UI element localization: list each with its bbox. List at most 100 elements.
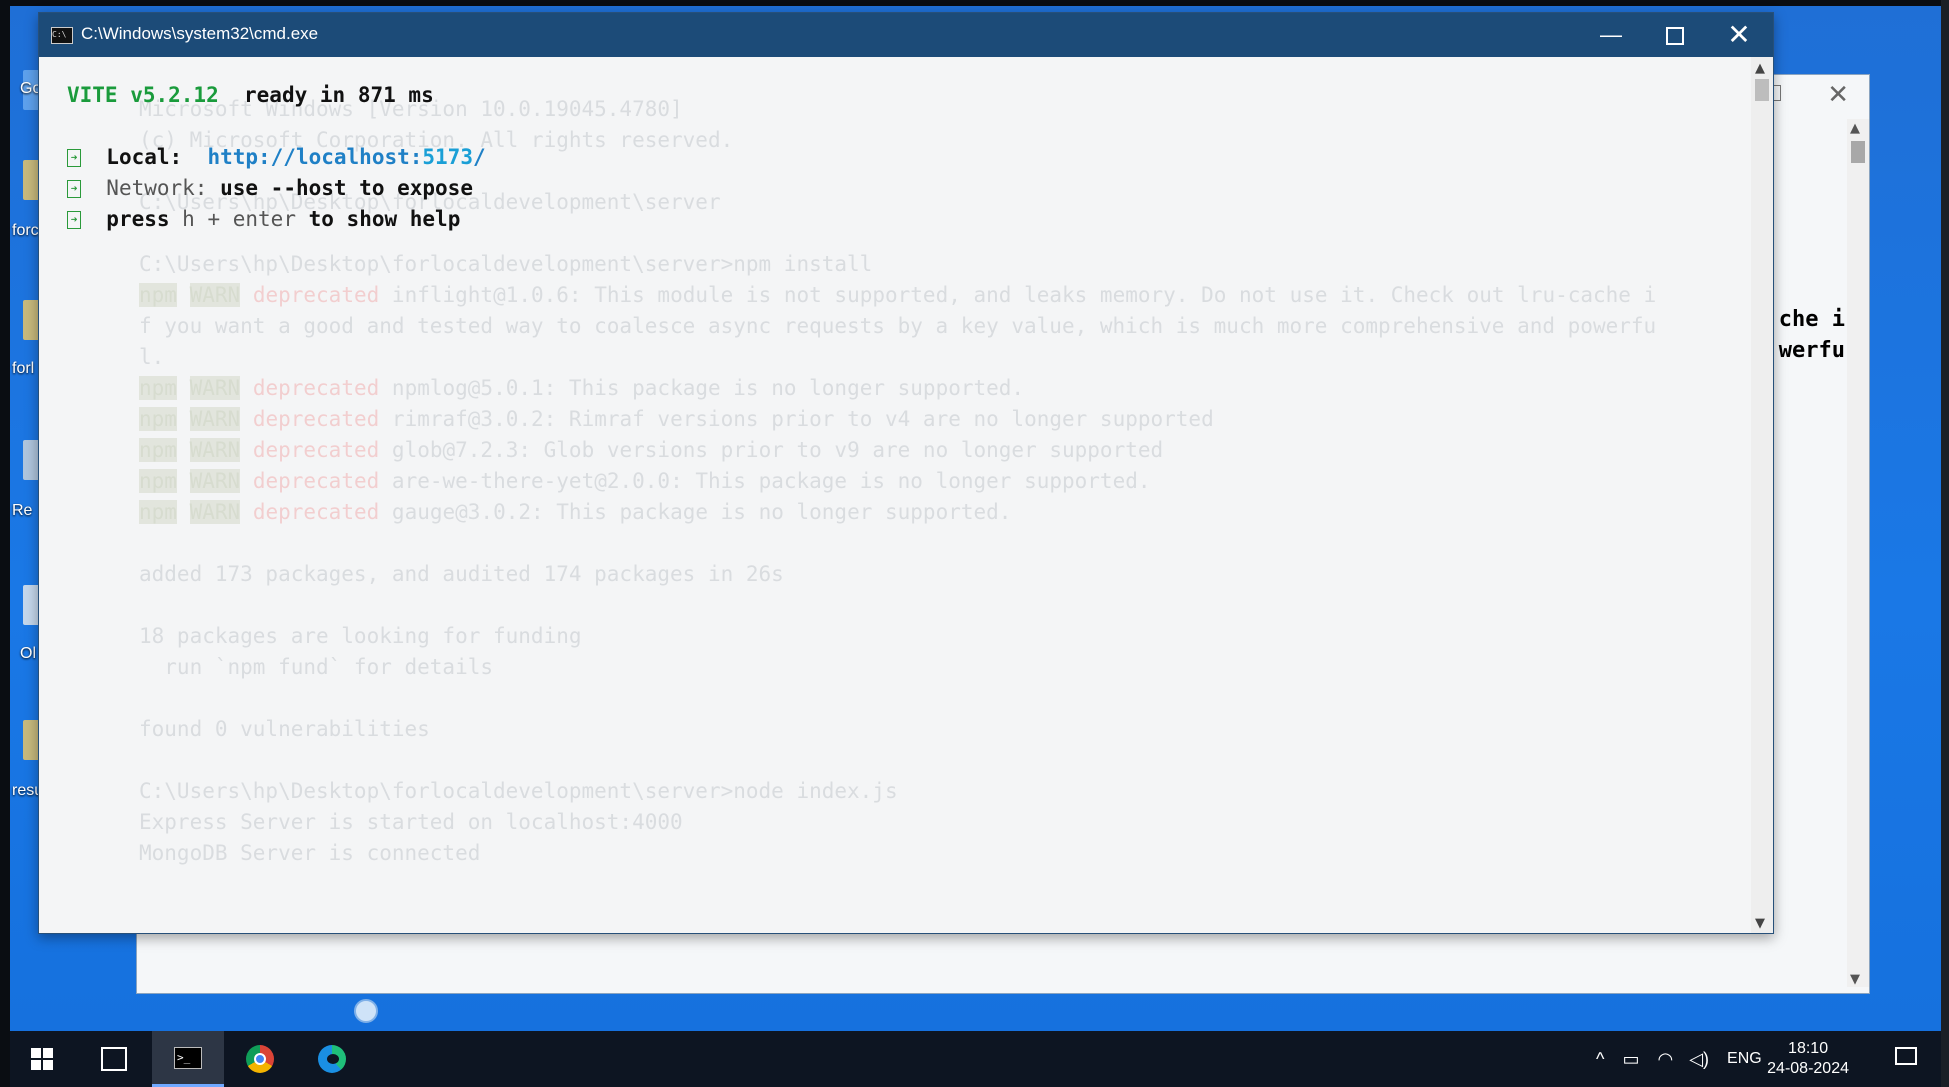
ready-text: ready in <box>244 83 346 107</box>
help-key: h + enter <box>182 207 296 231</box>
ghost-line: 18 packages are looking for funding <box>139 624 582 648</box>
ghost-warn-line: npm WARN deprecated inflight@1.0.6: This… <box>139 283 1656 307</box>
local-url-slash[interactable]: / <box>473 145 486 169</box>
taskbar-cmd-button[interactable]: >_ <box>152 1031 224 1087</box>
vertical-scrollbar[interactable]: ▲ ▼ <box>1847 119 1869 987</box>
ghost-line: MongoDB Server is connected <box>139 841 481 865</box>
console-scrollbar[interactable]: ▲ ▼ <box>1751 57 1773 933</box>
ghost-text: rimraf@3.0.2: Rimraf versions prior to v… <box>391 407 1214 431</box>
ghost-line: l. <box>139 345 165 369</box>
volume-icon[interactable]: ◁) <box>1689 1049 1709 1070</box>
ghost-warn-line: npm WARN deprecated rimraf@3.0.2: Rimraf… <box>139 407 1214 431</box>
window-title: C:\Windows\system32\cmd.exe <box>81 24 319 43</box>
warn-tag: WARN <box>189 438 241 462</box>
clock-date: 24-08-2024 <box>1767 1060 1849 1077</box>
show-hidden-icons-button[interactable]: ^ <box>1596 1049 1604 1070</box>
scroll-up-icon[interactable]: ▲ <box>1850 121 1860 136</box>
ghost-line: Express Server is started on localhost:4… <box>139 810 683 834</box>
photo-edge-top <box>0 0 1949 6</box>
taskbar-edge-button[interactable] <box>296 1031 368 1087</box>
help-line: ➜ press h + enter to show help <box>67 207 460 231</box>
warn-tag: WARN <box>189 376 241 400</box>
npm-tag: npm <box>139 500 177 524</box>
desktop-icon-label: forl <box>12 360 35 377</box>
arrow-icon: ➜ <box>67 149 81 167</box>
help-post: to show help <box>308 207 461 231</box>
desktop-icon-label: forc <box>12 222 39 239</box>
ghost-line: f you want a good and tested way to coal… <box>139 314 1657 338</box>
npm-tag: npm <box>139 438 177 462</box>
vite-version: VITE v5.2.12 <box>67 83 219 107</box>
warn-tag: WARN <box>189 469 241 493</box>
minimize-button[interactable]: — <box>1581 19 1641 51</box>
local-url-base[interactable]: http://localhost: <box>207 145 422 169</box>
vite-ready-line: VITE v5.2.12 ready in 871 ms <box>67 83 434 107</box>
deprecated-tag: deprecated <box>252 407 380 431</box>
action-center-icon[interactable] <box>1895 1047 1917 1065</box>
scroll-down-icon[interactable]: ▼ <box>1755 916 1765 931</box>
desktop-icon-label: Ol <box>20 645 36 662</box>
close-icon[interactable]: ✕ <box>1827 79 1849 110</box>
edge-icon <box>318 1045 346 1073</box>
warn-tag: WARN <box>189 407 241 431</box>
ghost-line: run `npm fund` for details <box>139 655 494 679</box>
arrow-icon: ➜ <box>67 211 81 229</box>
ms-unit: ms <box>408 83 434 107</box>
ghost-line: added 173 packages, and audited 174 pack… <box>139 562 784 586</box>
local-line: ➜ Local: http://localhost:5173/ <box>67 145 486 169</box>
ghost-line: C:\Users\hp\Desktop\forlocaldevelopment\… <box>139 779 898 803</box>
desktop-icon-label: Re <box>12 502 33 519</box>
overflow-text-2: werfu <box>1778 338 1845 363</box>
ghost-text: gauge@3.0.2: This package is no longer s… <box>391 500 1012 524</box>
ghost-text: glob@7.2.3: Glob versions prior to v9 ar… <box>391 438 1164 462</box>
deprecated-tag: deprecated <box>252 376 380 400</box>
arrow-icon: ➜ <box>67 180 81 198</box>
taskbar: >_ ^ ▭ ◠ ◁) ENG 18:10 24-08-2024 <box>10 1031 1941 1087</box>
ghost-text: npmlog@5.0.1: This package is no longer … <box>391 376 1025 400</box>
windows-logo-icon <box>31 1048 53 1070</box>
ghost-text: inflight@1.0.6: This module is not suppo… <box>391 283 1657 307</box>
maximize-button[interactable] <box>1645 19 1705 51</box>
clock[interactable]: 18:10 24-08-2024 <box>1767 1039 1849 1079</box>
help-pre: press <box>106 207 170 231</box>
deprecated-tag: deprecated <box>252 500 380 524</box>
console-output[interactable]: Microsoft Windows [Version 10.0.19045.47… <box>39 57 1751 933</box>
local-label: Local: <box>106 145 183 169</box>
language-indicator[interactable]: ENG <box>1727 1050 1762 1068</box>
scroll-thumb[interactable] <box>1851 141 1865 163</box>
local-port[interactable]: 5173 <box>422 145 473 169</box>
npm-tag: npm <box>139 283 177 307</box>
cmd-app-icon: C:\ <box>51 27 73 44</box>
warn-tag: WARN <box>189 283 241 307</box>
deprecated-tag: deprecated <box>252 283 380 307</box>
start-button[interactable] <box>10 1031 74 1087</box>
ghost-warn-line: npm WARN deprecated are-we-there-yet@2.0… <box>139 469 1151 493</box>
ghost-line: C:\Users\hp\Desktop\forlocaldevelopment\… <box>139 252 873 276</box>
close-icon: ✕ <box>1727 19 1751 50</box>
taskbar-chrome-button[interactable] <box>224 1031 296 1087</box>
npm-tag: npm <box>139 407 177 431</box>
title-bar[interactable]: C:\ C:\Windows\system32\cmd.exe — ✕ <box>39 13 1773 57</box>
cmd-window[interactable]: C:\ C:\Windows\system32\cmd.exe — ✕ Micr… <box>38 12 1774 934</box>
close-button[interactable]: ✕ <box>1709 19 1769 51</box>
task-view-button[interactable] <box>82 1031 146 1087</box>
npm-tag: npm <box>139 376 177 400</box>
deprecated-tag: deprecated <box>252 438 380 462</box>
network-label: Network: <box>106 176 208 200</box>
network-text: use --host to expose <box>220 176 473 200</box>
scroll-thumb[interactable] <box>1755 79 1769 101</box>
system-tray: ^ ▭ ◠ ◁) ENG <box>1596 1031 1762 1087</box>
npm-tag: npm <box>139 469 177 493</box>
wifi-icon[interactable]: ◠ <box>1657 1049 1673 1070</box>
ghost-warn-line: npm WARN deprecated glob@7.2.3: Glob ver… <box>139 438 1163 462</box>
scroll-down-icon[interactable]: ▼ <box>1850 972 1860 987</box>
maximize-icon <box>1666 27 1684 45</box>
minimize-icon: — <box>1600 22 1622 47</box>
chrome-icon <box>246 1045 274 1073</box>
mouse-cursor <box>354 999 378 1023</box>
scroll-up-icon[interactable]: ▲ <box>1755 61 1765 76</box>
battery-icon[interactable]: ▭ <box>1622 1049 1639 1070</box>
network-line: ➜ Network: use --host to expose <box>67 176 473 200</box>
ghost-line: found 0 vulnerabilities <box>139 717 430 741</box>
photo-edge-left <box>0 0 10 1087</box>
